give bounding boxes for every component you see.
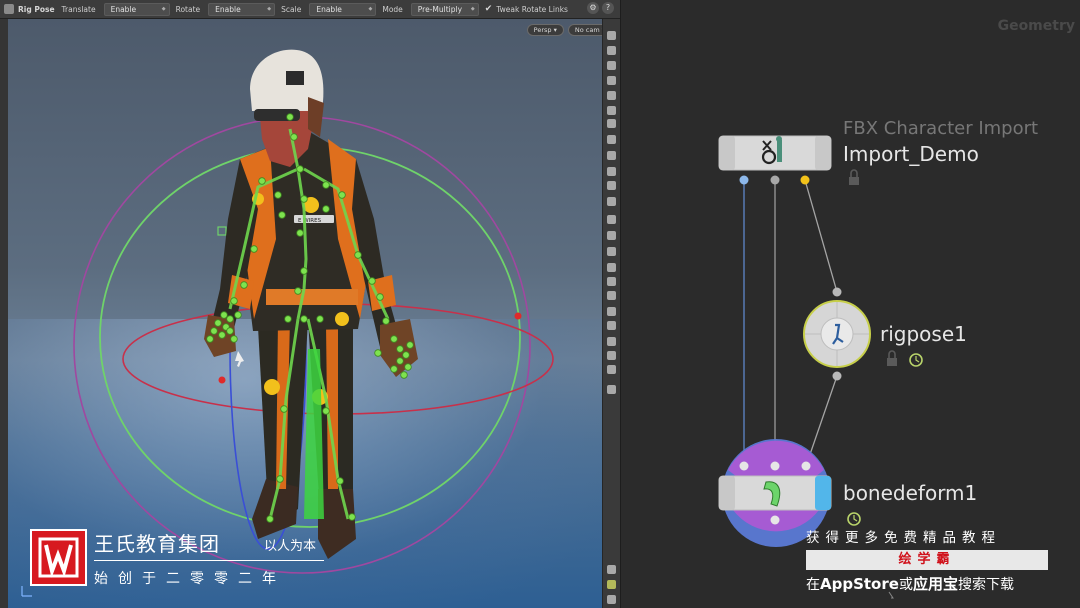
network-graph-svg[interactable] xyxy=(621,0,1080,608)
display-option-icon[interactable] xyxy=(607,365,616,374)
wire-import-to-rigpose xyxy=(804,179,838,293)
node-output-port[interactable] xyxy=(770,175,780,185)
display-option-icon[interactable] xyxy=(607,231,616,240)
display-option-icon[interactable] xyxy=(607,215,616,224)
gear-icon[interactable]: ⚙ xyxy=(587,2,599,14)
node-output-port[interactable] xyxy=(800,175,810,185)
viewport-camera-menus: Persp ▾ No cam ▾ xyxy=(526,24,612,36)
node-import-demo[interactable] xyxy=(718,135,832,185)
lock-icon[interactable] xyxy=(887,350,897,366)
display-option-icon[interactable] xyxy=(607,46,616,55)
display-option-icon[interactable] xyxy=(607,135,616,144)
network-editor-pane[interactable]: Geometry FBX Character Import Import_Dem… xyxy=(620,0,1080,608)
promo-line-3: 在AppStore或应用宝搜索下载 xyxy=(806,575,1014,593)
display-option-icon[interactable] xyxy=(607,151,616,160)
mode-label: Mode xyxy=(382,4,403,14)
translate-dropdown[interactable]: Enable xyxy=(103,2,170,16)
timedep-clock-icon xyxy=(909,353,923,367)
help-icon[interactable]: ? xyxy=(602,2,614,14)
light-icon[interactable] xyxy=(607,106,616,115)
rotate-handle-point[interactable] xyxy=(218,376,226,384)
node-name-label[interactable]: bonedeform1 xyxy=(843,481,977,505)
node-input-port[interactable] xyxy=(832,287,842,297)
rotate-label: Rotate xyxy=(175,4,201,14)
toolbar-right-icons: ⚙ ? xyxy=(587,2,614,14)
brand-logo xyxy=(30,529,87,586)
node-output-port[interactable] xyxy=(770,515,780,525)
display-option-icon[interactable] xyxy=(607,385,616,394)
promo-line-1: 获得更多免费精品教程 xyxy=(806,530,1001,546)
display-option-icon[interactable] xyxy=(607,76,616,85)
brand-since: 始创于二零零二年 xyxy=(94,571,286,587)
tweak-rotate-links-checkbox[interactable]: ✔ xyxy=(485,4,493,14)
translate-label: Translate xyxy=(61,4,96,14)
character-scene-svg[interactable]: E WIRES xyxy=(8,19,602,608)
lock-icon[interactable] xyxy=(607,61,616,70)
brand-slogan: 以人为本 xyxy=(264,539,317,554)
node-name-label[interactable]: rigpose1 xyxy=(880,322,967,346)
viewport-tool-options-bar: Rig Pose Translate Enable Rotate Enable … xyxy=(0,0,620,19)
display-option-icon[interactable] xyxy=(607,321,616,330)
scale-label: Scale xyxy=(281,4,302,14)
promo-watermark: 获得更多免费精品教程 绘学霸 在AppStore或应用宝搜索下载 xyxy=(806,526,1052,594)
node-rigpose1[interactable] xyxy=(803,287,871,381)
info-icon[interactable] xyxy=(607,565,616,574)
tweak-rotate-links-label: Tweak Rotate Links xyxy=(496,4,568,14)
scene-viewport-pane: Rig Pose Translate Enable Rotate Enable … xyxy=(0,0,620,608)
node-name-label[interactable]: Import_Demo xyxy=(843,142,979,166)
scale-dropdown[interactable]: Enable xyxy=(309,2,377,16)
display-option-icon[interactable] xyxy=(607,181,616,190)
node-output-port[interactable] xyxy=(739,175,749,185)
rotate-handle-point[interactable] xyxy=(514,312,522,320)
promo-app-name: 绘学霸 xyxy=(806,550,1048,570)
display-option-icon[interactable] xyxy=(607,307,616,316)
brand-name: 王氏教育集团 xyxy=(94,532,220,556)
point-display-icon[interactable] xyxy=(607,197,616,206)
suit-logo-text: E WIRES xyxy=(298,218,322,224)
display-option-icon[interactable] xyxy=(607,167,616,176)
node-output-port[interactable] xyxy=(832,371,842,381)
display-option-icon[interactable] xyxy=(607,119,616,128)
node-type-label: FBX Character Import xyxy=(843,118,1039,139)
display-option-icon[interactable] xyxy=(607,291,616,300)
display-option-icon[interactable] xyxy=(607,263,616,272)
layout-icon[interactable] xyxy=(607,580,616,589)
rotate-dropdown[interactable]: Enable xyxy=(208,2,276,16)
display-option-icon[interactable] xyxy=(607,595,616,604)
display-option-icon[interactable] xyxy=(607,277,616,286)
persp-menu-button[interactable]: Persp ▾ xyxy=(526,24,564,36)
node-input-port[interactable] xyxy=(801,461,811,471)
display-option-icon[interactable] xyxy=(607,337,616,346)
mouse-cursor-icon xyxy=(235,351,244,367)
viewport-left-strip xyxy=(0,19,8,608)
tool-title: Rig Pose xyxy=(18,4,55,14)
node-input-port[interactable] xyxy=(739,461,749,471)
3d-scene[interactable]: E WIRES xyxy=(8,19,602,608)
timedep-clock-icon xyxy=(847,512,861,526)
brand-watermark: 王氏教育集团 以人为本 始创于二零零二年 xyxy=(30,528,350,590)
mode-dropdown[interactable]: Pre-Multiply xyxy=(410,2,479,16)
brand-divider xyxy=(94,560,324,561)
selection-box-marker xyxy=(217,226,227,236)
lock-icon[interactable] xyxy=(849,169,859,185)
display-option-icon[interactable] xyxy=(607,247,616,256)
display-option-icon[interactable] xyxy=(607,31,616,40)
viewport-display-toolbar xyxy=(602,19,620,608)
display-option-icon[interactable] xyxy=(607,91,616,100)
rig-pose-tool-icon xyxy=(4,4,14,14)
label-display-icon[interactable] xyxy=(607,351,616,360)
node-input-port[interactable] xyxy=(770,461,780,471)
